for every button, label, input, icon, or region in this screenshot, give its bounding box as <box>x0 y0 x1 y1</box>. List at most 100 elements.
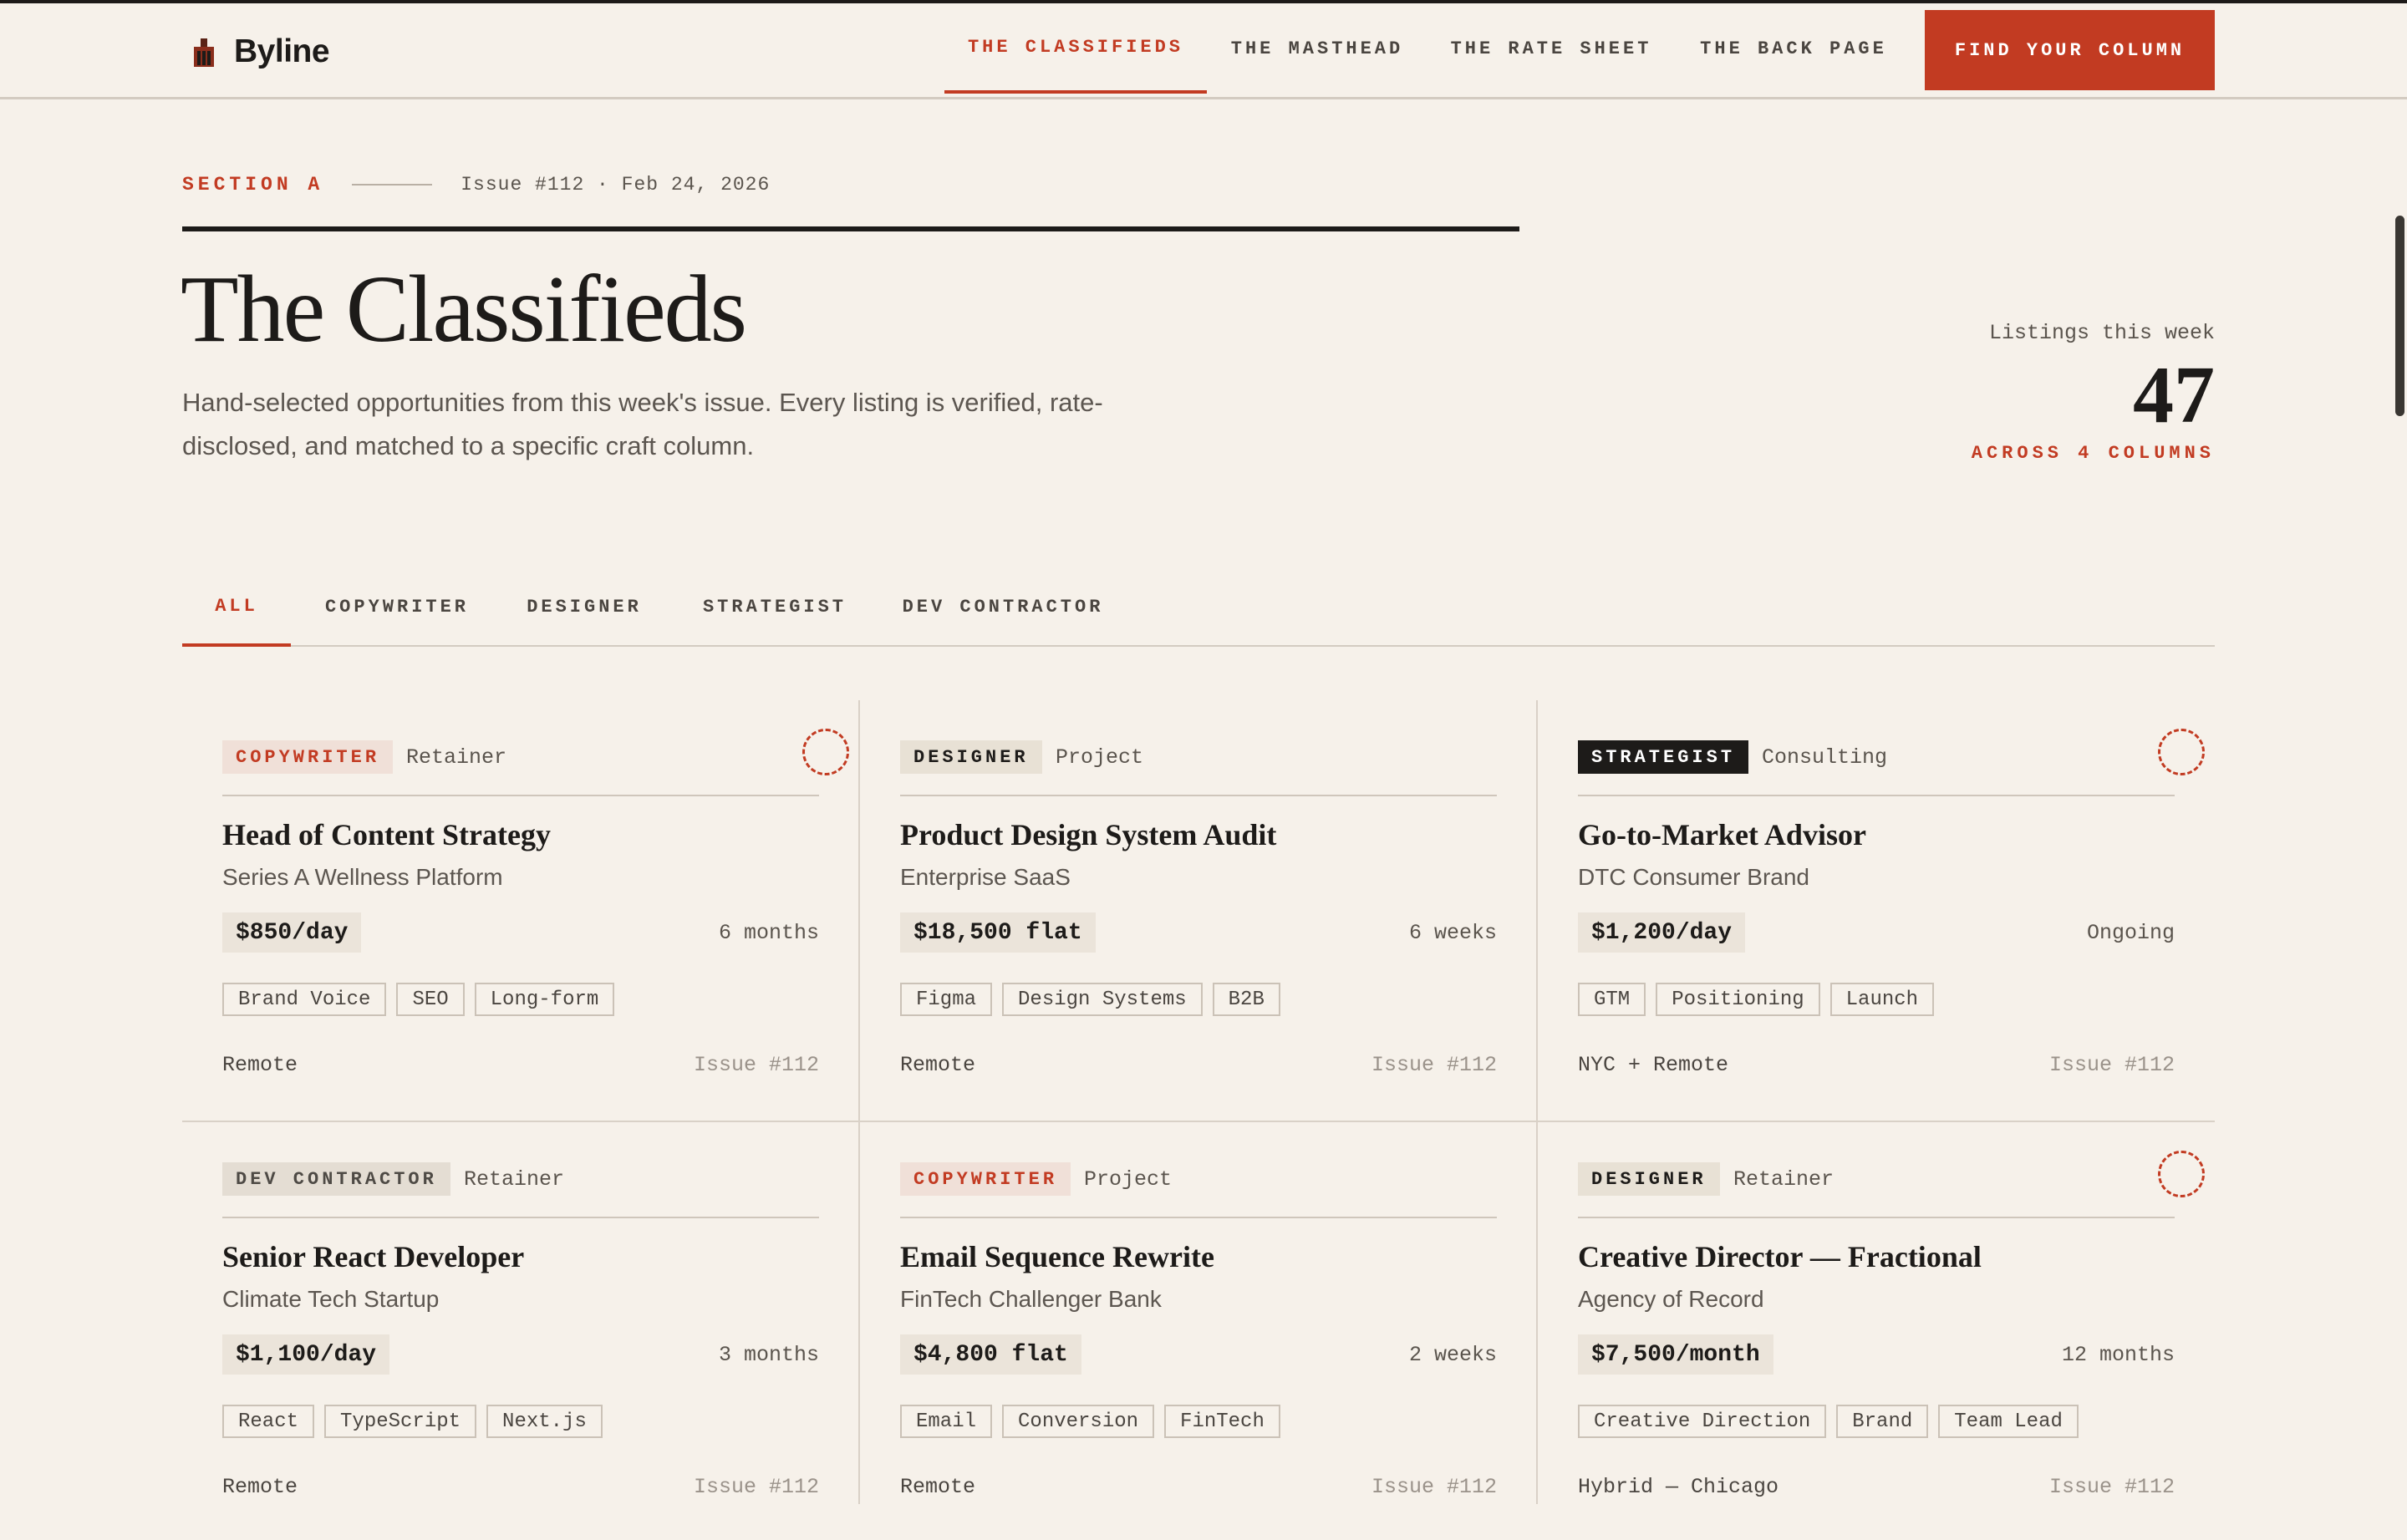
duration: 3 months <box>718 1342 819 1367</box>
save-circle-icon[interactable] <box>2158 729 2205 775</box>
tag-list: Creative Direction Brand Team Lead <box>1578 1405 2079 1438</box>
nav-link-back-page[interactable]: THE BACK PAGE <box>1675 3 1912 94</box>
skill-tag[interactable]: Brand Voice <box>222 983 387 1016</box>
stat-value: 47 <box>2133 350 2215 440</box>
client-name: Series A Wellness Platform <box>222 864 503 890</box>
skill-tag[interactable]: GTM <box>1578 983 1646 1016</box>
card-divider <box>900 1217 1497 1218</box>
location: Remote <box>222 1053 298 1077</box>
rate-badge: $7,500/month <box>1578 1334 1773 1375</box>
listing-title: Creative Director — Fractional <box>1578 1240 1982 1273</box>
filter-tabs: ALL COPYWRITER DESIGNER STRATEGIST DEV C… <box>182 568 2215 647</box>
nav-link-rate-sheet[interactable]: THE RATE SHEET <box>1429 3 1673 94</box>
tab-strategist[interactable]: STRATEGIST <box>685 568 864 645</box>
issue-reference: Issue #112 <box>1371 1053 1497 1077</box>
client-name: Enterprise SaaS <box>900 864 1071 890</box>
skill-tag[interactable]: React <box>222 1405 315 1438</box>
location: Hybrid — Chicago <box>1578 1475 1779 1499</box>
skill-tag[interactable]: Email <box>900 1405 993 1438</box>
skill-tag[interactable]: B2B <box>1212 983 1280 1016</box>
save-circle-icon[interactable] <box>802 729 849 775</box>
engagement-type: Consulting <box>1762 745 1888 770</box>
stat-label: Listings this week <box>1988 321 2215 345</box>
category-badge: DEV CONTRACTOR <box>222 1162 450 1196</box>
listing-card[interactable]: COPYWRITER Project Email Sequence Rewrit… <box>900 1122 1497 1540</box>
engagement-type: Project <box>1084 1166 1173 1192</box>
tab-copywriter[interactable]: COPYWRITER <box>309 568 485 645</box>
save-circle-icon[interactable] <box>2158 1151 2205 1197</box>
location: Remote <box>900 1053 976 1077</box>
tag-list: React TypeScript Next.js <box>222 1405 603 1438</box>
listing-title: Product Design System Audit <box>900 818 1277 851</box>
skill-tag[interactable]: Design Systems <box>1002 983 1203 1016</box>
skill-tag[interactable]: Next.js <box>486 1405 603 1438</box>
engagement-type: Retainer <box>406 745 507 770</box>
engagement-type: Project <box>1056 745 1144 770</box>
nav-link-masthead[interactable]: THE MASTHEAD <box>1207 3 1427 94</box>
listing-title: Go-to-Market Advisor <box>1578 818 1866 851</box>
tag-list: Email Conversion FinTech <box>900 1405 1280 1438</box>
skill-tag[interactable]: Creative Direction <box>1578 1405 1827 1438</box>
location: Remote <box>222 1475 298 1499</box>
tab-all[interactable]: ALL <box>182 568 291 647</box>
tag-list: GTM Positioning Launch <box>1578 983 1935 1016</box>
skill-tag[interactable]: Conversion <box>1002 1405 1155 1438</box>
rate-badge: $1,200/day <box>1578 912 1746 953</box>
skill-tag[interactable]: Positioning <box>1656 983 1820 1016</box>
listing-title: Head of Content Strategy <box>222 818 551 851</box>
tab-dev-contractor[interactable]: DEV CONTRACTOR <box>891 568 1115 645</box>
rate-badge: $4,800 flat <box>900 1334 1081 1375</box>
issue-date: Issue #112 · Feb 24, 2026 <box>461 174 771 196</box>
scrollbar-thumb[interactable] <box>2395 216 2404 416</box>
skill-tag[interactable]: Figma <box>900 983 993 1016</box>
listing-card[interactable]: DEV CONTRACTOR Retainer Senior React Dev… <box>222 1122 819 1540</box>
client-name: Climate Tech Startup <box>222 1286 440 1312</box>
tab-designer[interactable]: DESIGNER <box>508 568 660 645</box>
find-your-column-button[interactable]: FIND YOUR COLUMN <box>1925 10 2215 90</box>
listing-title: Email Sequence Rewrite <box>900 1240 1214 1273</box>
skill-tag[interactable]: SEO <box>396 983 465 1016</box>
listing-card[interactable]: DESIGNER Retainer Creative Director — Fr… <box>1578 1122 2205 1540</box>
category-badge: COPYWRITER <box>222 740 394 774</box>
rate-badge: $18,500 flat <box>900 912 1096 953</box>
listing-title: Senior React Developer <box>222 1240 525 1273</box>
location: Remote <box>900 1475 976 1499</box>
category-badge: COPYWRITER <box>900 1162 1071 1196</box>
issue-reference: Issue #112 <box>693 1475 819 1499</box>
building-icon <box>194 38 214 67</box>
location: NYC + Remote <box>1578 1053 1729 1077</box>
skill-tag[interactable]: Team Lead <box>1938 1405 2079 1438</box>
issue-reference: Issue #112 <box>1371 1475 1497 1499</box>
card-divider <box>1578 795 2175 796</box>
page-description: Hand-selected opportunities from this we… <box>182 388 1103 460</box>
duration: 12 months <box>2061 1342 2175 1367</box>
duration: 6 months <box>718 920 819 945</box>
title-rule <box>182 226 1519 231</box>
category-badge: DESIGNER <box>1578 1162 1720 1196</box>
grid-divider <box>1536 700 1538 1504</box>
skill-tag[interactable]: Brand <box>1836 1405 1929 1438</box>
engagement-type: Retainer <box>1733 1166 1835 1192</box>
skill-tag[interactable]: Launch <box>1829 983 1935 1016</box>
stat-subtext: ACROSS 4 COLUMNS <box>1971 443 2215 464</box>
brand[interactable]: Byline <box>192 30 330 74</box>
issue-reference: Issue #112 <box>693 1053 819 1077</box>
issue-reference: Issue #112 <box>2048 1053 2175 1077</box>
duration: 2 weeks <box>1408 1342 1497 1367</box>
duration: 6 weeks <box>1408 920 1497 945</box>
listing-card[interactable]: DESIGNER Project Product Design System A… <box>900 700 1497 1118</box>
rate-badge: $1,100/day <box>222 1334 390 1375</box>
skill-tag[interactable]: TypeScript <box>324 1405 477 1438</box>
card-divider <box>222 1217 819 1218</box>
rate-badge: $850/day <box>222 912 362 953</box>
tag-list: Figma Design Systems B2B <box>900 983 1280 1016</box>
card-divider <box>900 795 1497 796</box>
issue-reference: Issue #112 <box>2048 1475 2175 1499</box>
nav-link-classifieds[interactable]: THE CLASSIFIEDS <box>944 3 1207 94</box>
listing-card[interactable]: STRATEGIST Consulting Go-to-Market Advis… <box>1578 700 2205 1118</box>
top-nav: Byline THE CLASSIFIEDS THE MASTHEAD THE … <box>0 3 2407 99</box>
category-badge: STRATEGIST <box>1578 740 1749 774</box>
listing-card[interactable]: COPYWRITER Retainer Head of Content Stra… <box>222 700 849 1118</box>
skill-tag[interactable]: FinTech <box>1164 1405 1280 1438</box>
skill-tag[interactable]: Long-form <box>474 983 615 1016</box>
